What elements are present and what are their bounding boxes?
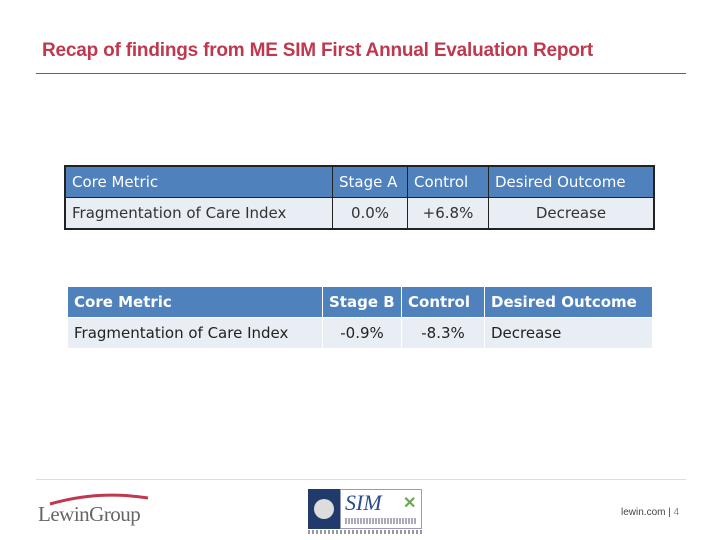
logo-text: LewinGroup	[38, 502, 141, 526]
footer-divider	[36, 479, 686, 480]
header-cell: Desired Outcome	[484, 286, 653, 318]
outcome-cell: Decrease	[488, 197, 655, 230]
header-cell: Control	[401, 286, 485, 318]
title-divider	[36, 73, 686, 74]
metric-cell: Fragmentation of Care Index	[64, 197, 333, 230]
lewin-group-logo: LewinGroup	[38, 492, 168, 528]
header-cell: Stage A	[332, 165, 408, 198]
header-cell: Stage B	[322, 286, 402, 318]
control-value-cell: -8.3%	[401, 317, 485, 349]
control-value-cell: +6.8%	[407, 197, 489, 230]
footer-page-info: lewin.com | 4	[621, 507, 679, 518]
stage-a-table: Core Metric Stage A Control Desired Outc…	[64, 165, 655, 230]
sim-logo-text: SIM	[345, 490, 382, 515]
stage-value-cell: -0.9%	[322, 317, 402, 349]
header-cell: Desired Outcome	[488, 165, 655, 198]
metric-cell: Fragmentation of Care Index	[67, 317, 323, 349]
header-cell: Core Metric	[67, 286, 323, 318]
page-number: 4	[673, 507, 680, 518]
stage-b-table: Core Metric Stage B Control Desired Outc…	[67, 286, 653, 349]
outcome-cell: Decrease	[484, 317, 653, 349]
page-title: Recap of findings from ME SIM First Annu…	[42, 40, 593, 61]
table-row: Fragmentation of Care Index -0.9% -8.3% …	[67, 317, 653, 349]
state-seal-icon	[308, 489, 340, 529]
header-cell: Control	[407, 165, 489, 198]
table-header-row: Core Metric Stage A Control Desired Outc…	[64, 165, 655, 198]
header-cell: Core Metric	[64, 165, 333, 198]
table-row: Fragmentation of Care Index 0.0% +6.8% D…	[64, 197, 655, 230]
stage-value-cell: 0.0%	[332, 197, 408, 230]
table-header-row: Core Metric Stage B Control Desired Outc…	[67, 286, 653, 318]
site-link[interactable]: lewin.com |	[621, 507, 671, 518]
sim-mosaic-icon: ✕	[403, 495, 417, 512]
sim-logo: SIM ✕	[308, 489, 423, 537]
